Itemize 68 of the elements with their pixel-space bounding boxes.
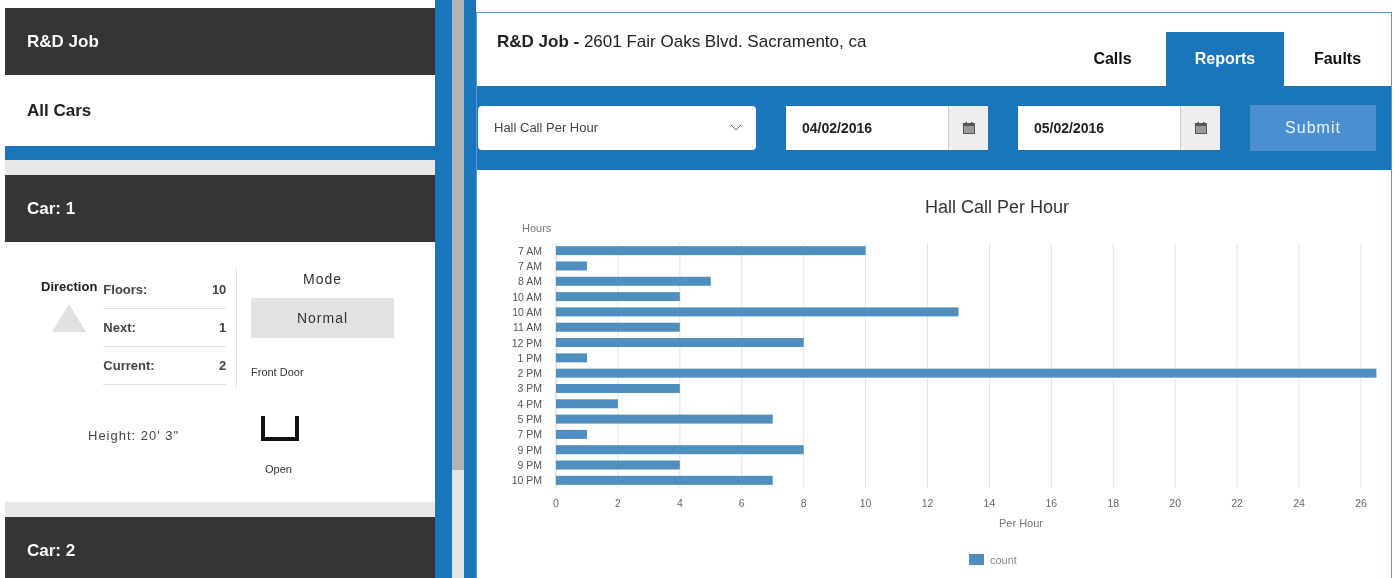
chart-title: Hall Call Per Hour bbox=[925, 197, 1069, 217]
axis-label: 16 bbox=[1045, 497, 1058, 509]
axis-title: Hours bbox=[522, 222, 552, 234]
calendar-button[interactable] bbox=[948, 105, 988, 150]
stat-label: Next: bbox=[103, 320, 136, 335]
mode-status: Normal bbox=[251, 298, 394, 338]
axis-label: 14 bbox=[983, 497, 996, 509]
axis-label: 10 bbox=[859, 497, 872, 509]
door-status: Open bbox=[264, 463, 292, 475]
axis-label: 11 AM bbox=[513, 321, 542, 334]
axis-label: 12 bbox=[921, 497, 934, 509]
stat-value: 10 bbox=[211, 282, 227, 297]
stat-label: Floors: bbox=[103, 282, 148, 297]
axis-label: 7 PM bbox=[517, 428, 542, 441]
job-address: R&D Job - 2601 Fair Oaks Blvd. Sacramento, ca bbox=[496, 31, 867, 54]
axis-label: 22 bbox=[1231, 497, 1243, 509]
bar bbox=[556, 353, 587, 363]
axis-label: 9 PM bbox=[517, 443, 542, 456]
axis-label: 1 PM bbox=[517, 351, 542, 364]
up-triangle-icon bbox=[52, 304, 87, 332]
stat-value: 1 bbox=[219, 320, 227, 335]
axis-label: 3 PM bbox=[517, 382, 542, 395]
car-header[interactable]: Car: 2 bbox=[5, 517, 435, 578]
stat-label: Current: bbox=[103, 358, 155, 373]
axis-title: Per Hour bbox=[999, 517, 1043, 529]
car-header[interactable]: Car: 1 bbox=[5, 175, 435, 242]
bar bbox=[556, 429, 587, 439]
calendar-icon bbox=[962, 121, 975, 134]
axis-label: 10 PM bbox=[511, 474, 542, 487]
bar bbox=[556, 261, 587, 271]
door-label: Front Door bbox=[251, 366, 305, 378]
mode-label: Mode bbox=[302, 270, 343, 287]
axis-label: 20 bbox=[1169, 497, 1182, 509]
bar bbox=[556, 399, 618, 409]
direction-label: Direction bbox=[41, 279, 98, 294]
axis-label: 7 AM bbox=[518, 259, 542, 272]
legend-label: count bbox=[990, 554, 1017, 566]
axis-label: 8 bbox=[800, 497, 807, 509]
axis-label: 9 PM bbox=[517, 459, 542, 472]
axis-label: 2 PM bbox=[517, 367, 542, 380]
scrollbar-thumb[interactable] bbox=[451, 0, 464, 470]
axis-label: 8 AM bbox=[518, 275, 542, 288]
end-date-field[interactable]: 05/02/2016 bbox=[1018, 105, 1180, 150]
start-date-field[interactable]: 04/02/2016 bbox=[786, 105, 948, 150]
axis-label: 6 bbox=[738, 497, 745, 509]
height-text: Height: 20' 3" bbox=[87, 427, 181, 445]
door-icon bbox=[261, 416, 299, 441]
axis-label: 4 bbox=[676, 497, 683, 509]
calendar-button[interactable] bbox=[1180, 105, 1220, 150]
tab[interactable]: Reports bbox=[1166, 31, 1284, 86]
axis-label: 26 bbox=[1355, 497, 1367, 509]
legend-swatch bbox=[969, 554, 984, 565]
chevron-down-icon bbox=[730, 124, 742, 132]
axis-label: 10 AM bbox=[512, 305, 542, 318]
axis-label: 2 bbox=[615, 497, 621, 509]
calendar-icon bbox=[1194, 121, 1207, 134]
axis-label: 4 PM bbox=[517, 397, 542, 410]
axis-label: 0 bbox=[553, 497, 559, 509]
report-dropdown[interactable]: Hall Call Per Hour bbox=[478, 105, 756, 150]
axis-label: 18 bbox=[1107, 497, 1120, 509]
axis-label: 5 PM bbox=[517, 413, 542, 426]
axis-label: 7 AM bbox=[518, 244, 542, 257]
stat-value: 2 bbox=[219, 358, 227, 373]
axis-label: 24 bbox=[1293, 497, 1305, 509]
axis-label: 10 AM bbox=[512, 290, 542, 303]
job-title: R&D Job bbox=[5, 8, 435, 75]
all-cars-item[interactable]: All Cars bbox=[5, 75, 435, 146]
axis-label: 12 PM bbox=[511, 336, 542, 349]
